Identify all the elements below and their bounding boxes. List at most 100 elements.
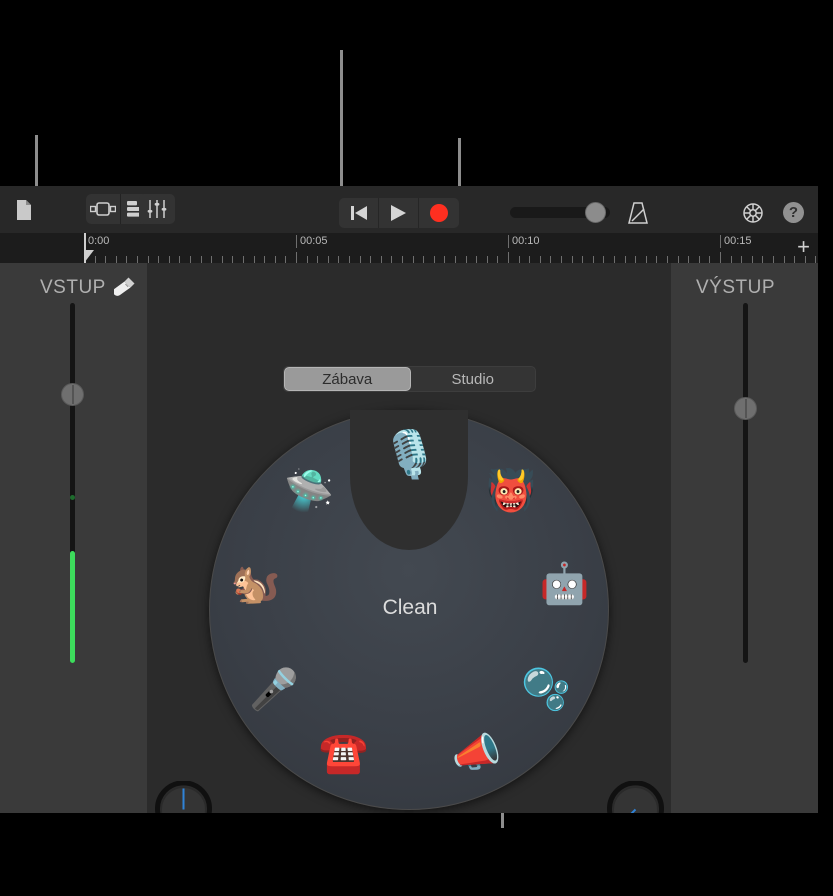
chipmunk-effect[interactable]: 🐿️ <box>223 552 287 616</box>
ruler-tick <box>370 256 371 263</box>
tab-studio[interactable]: Studio <box>411 367 536 391</box>
bubbles-effect[interactable]: 🫧 <box>514 658 578 722</box>
ruler-tick <box>476 256 477 263</box>
ruler-tick <box>222 256 223 263</box>
ruler-tick <box>148 256 149 263</box>
ruler-mark: 00:05 <box>296 235 328 248</box>
main-area: VSTUP Mikr. Kanál <box>0 263 818 813</box>
robot-effect[interactable]: 🤖 <box>533 552 597 616</box>
ruler-tick <box>296 252 297 263</box>
megaphone-effect[interactable]: 📣 <box>444 721 508 785</box>
ruler-tick <box>784 256 785 263</box>
ruler-tick <box>275 256 276 263</box>
add-track-button[interactable]: + <box>797 236 810 258</box>
output-level-fader-track[interactable] <box>743 303 748 663</box>
ruler-tick <box>264 256 265 263</box>
track-view-icon[interactable] <box>86 194 121 224</box>
ruler-mark: 00:15 <box>720 235 752 248</box>
ruler-tick <box>328 256 329 263</box>
mixer-sliders-icon[interactable] <box>139 194 175 224</box>
ruler-tick <box>815 256 816 263</box>
ruler-tick <box>762 256 763 263</box>
ruler-tick <box>105 256 106 263</box>
ruler-tick <box>614 256 615 263</box>
squeeze-knob[interactable] <box>607 780 664 813</box>
ruler-tick <box>307 256 308 263</box>
record-button[interactable] <box>419 198 459 228</box>
output-panel: VÝSTUP Vypnuto Odposlech <box>671 263 818 813</box>
ruler-tick <box>360 256 361 263</box>
output-panel-title: VÝSTUP <box>696 277 776 298</box>
ruler-tick <box>158 256 159 263</box>
help-label: ? <box>788 204 799 221</box>
ruler-tick <box>391 256 392 263</box>
ruler-tick <box>254 256 255 263</box>
tab-studio-label: Studio <box>451 370 495 388</box>
ruler-tick <box>635 256 636 263</box>
output-level-fader-knob[interactable] <box>734 397 757 420</box>
ruler-tick <box>466 256 467 263</box>
tab-zabava-label: Zábava <box>322 370 373 388</box>
tone-knob[interactable] <box>155 780 212 813</box>
playhead-marker <box>84 250 94 263</box>
ruler-tick <box>603 256 604 263</box>
stage-microphone-effect[interactable]: 🎤 <box>242 658 306 722</box>
input-panel-title: VSTUP <box>40 277 106 298</box>
ruler-tick <box>126 256 127 263</box>
ruler-tick <box>285 256 286 263</box>
ruler-tick <box>116 256 117 263</box>
document-icon[interactable] <box>13 197 35 222</box>
ruler-ticks <box>0 252 818 263</box>
input-level-meter-peak <box>70 495 75 500</box>
ruler-tick <box>338 256 339 263</box>
ruler-tick <box>794 256 795 263</box>
help-button[interactable]: ? <box>783 202 804 223</box>
effect-category-tabs[interactable]: Zábava Studio <box>283 366 536 392</box>
ruler-tick <box>593 256 594 263</box>
ruler-tick <box>741 256 742 263</box>
ruler-mark: 0:00 <box>84 235 109 248</box>
metronome-icon[interactable] <box>625 200 651 231</box>
gear-icon[interactable] <box>740 200 766 231</box>
effects-dial[interactable]: Clean 🎙️ 👹 🤖 🫧 📣 ☎️ 🎤 🐿️ 🛸 <box>209 410 609 810</box>
telephone-effect[interactable]: ☎️ <box>312 721 376 785</box>
ruler-tick <box>95 256 96 263</box>
ruler-tick <box>550 256 551 263</box>
ruler-tick <box>349 256 350 263</box>
ruler-tick <box>709 256 710 263</box>
ruler-tick <box>561 256 562 263</box>
monster-effect[interactable]: 👹 <box>479 459 543 523</box>
app-window: ? 0:00 00:05 00:10 00:15 + VSTUP VÝSTUP … <box>0 186 818 813</box>
ruler-tick <box>211 256 212 263</box>
ruler-tick <box>720 252 721 263</box>
clean-microphone-effect[interactable]: 🎙️ <box>378 422 442 486</box>
screenshot-root: ? 0:00 00:05 00:10 00:15 + VSTUP VÝSTUP … <box>0 0 833 896</box>
rewind-button[interactable] <box>339 198 379 228</box>
microphone-plug-icon <box>113 276 136 303</box>
ruler-tick <box>625 256 626 263</box>
ruler-tick <box>179 256 180 263</box>
ruler-tick <box>497 256 498 263</box>
ruler-tick <box>434 256 435 263</box>
tab-zabava[interactable]: Zábava <box>284 367 411 391</box>
input-level-meter <box>70 551 75 663</box>
master-volume-slider[interactable] <box>510 202 610 223</box>
ruler-tick <box>540 256 541 263</box>
ruler-tick <box>455 256 456 263</box>
ruler-tick <box>444 256 445 263</box>
ruler-tick <box>646 256 647 263</box>
play-button[interactable] <box>379 198 419 228</box>
input-level-fader-knob[interactable] <box>61 383 84 406</box>
ruler-tick <box>572 256 573 263</box>
ruler-tick <box>731 256 732 263</box>
ruler-tick <box>413 256 414 263</box>
ruler-tick <box>243 256 244 263</box>
alien-ufo-effect[interactable]: 🛸 <box>277 459 341 523</box>
master-volume-knob[interactable] <box>585 202 606 223</box>
timeline-ruler[interactable]: 0:00 00:05 00:10 00:15 + <box>0 233 818 263</box>
ruler-tick <box>519 256 520 263</box>
ruler-tick <box>667 256 668 263</box>
ruler-tick <box>402 256 403 263</box>
ruler-tick <box>773 256 774 263</box>
transport-controls <box>339 198 459 228</box>
